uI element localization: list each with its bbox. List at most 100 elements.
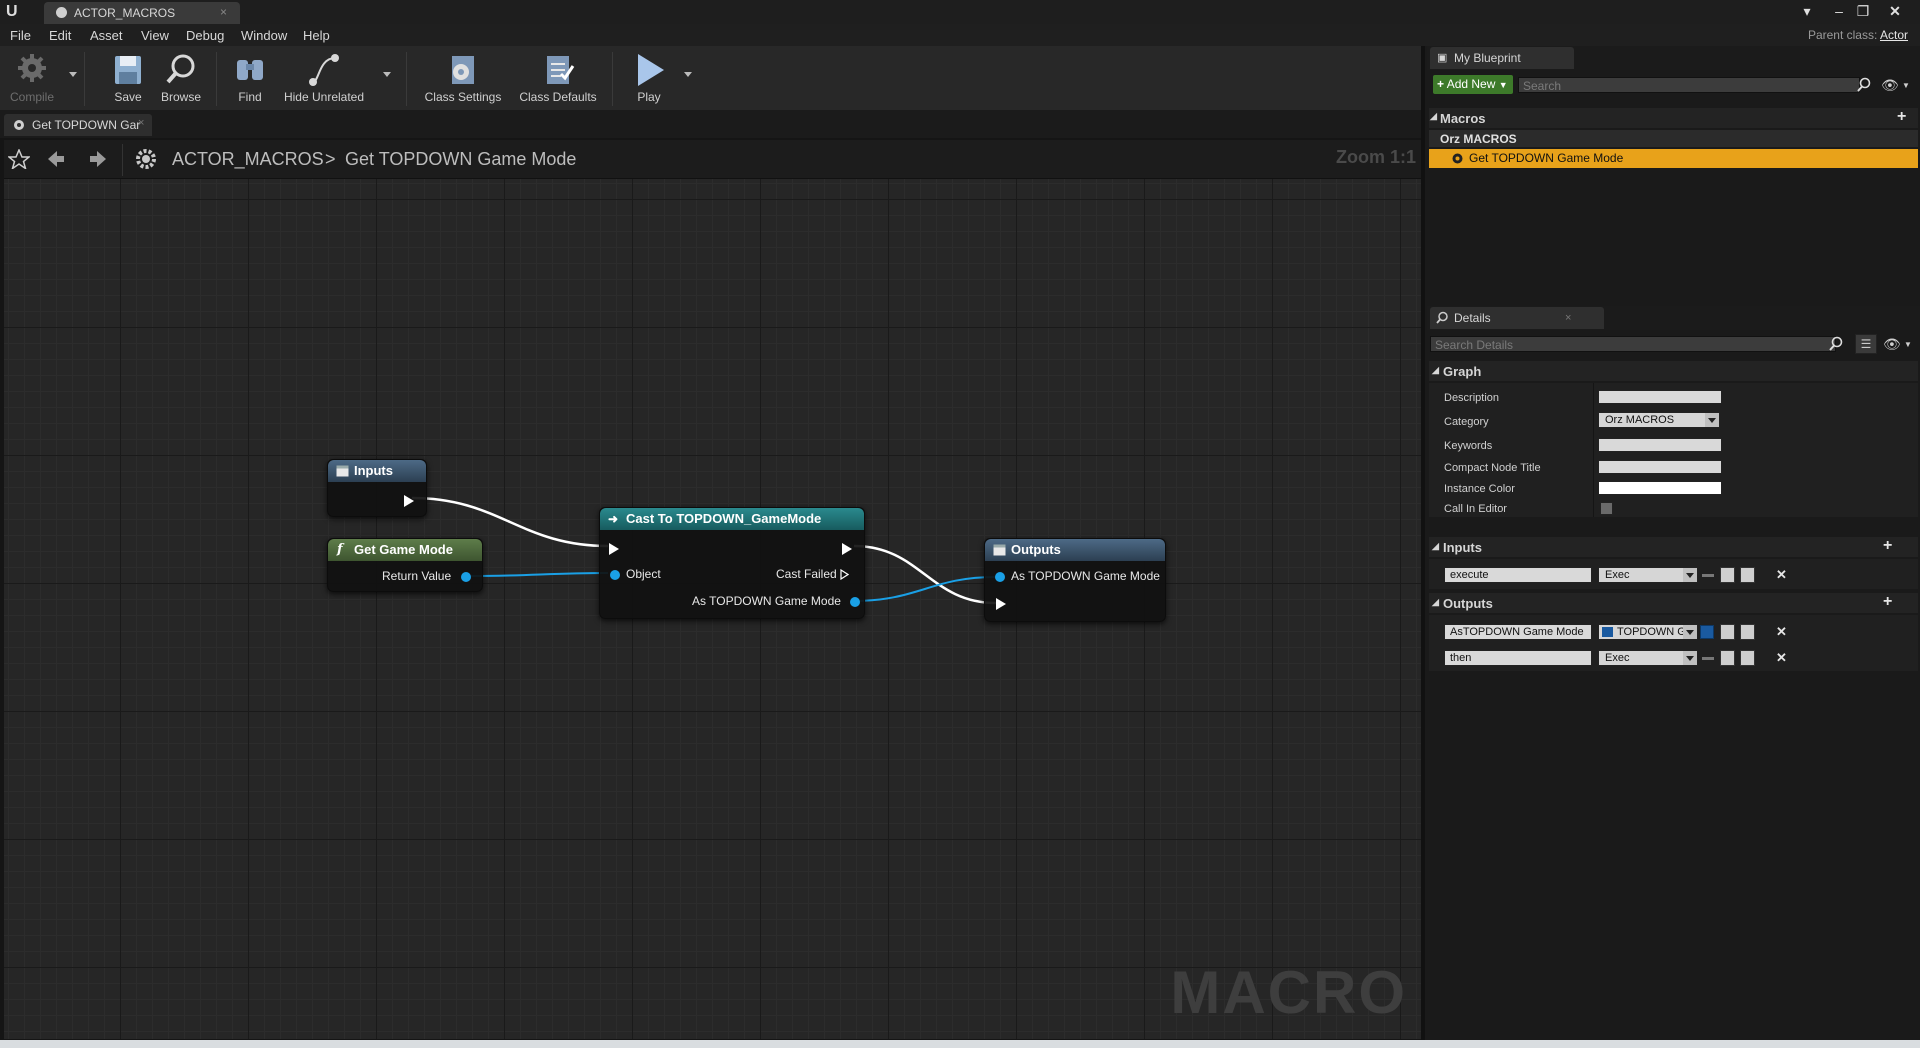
chevron-down-icon bbox=[1705, 413, 1719, 427]
breadcrumb-root[interactable]: ACTOR_MACROS bbox=[172, 149, 324, 170]
selected-macro-item[interactable]: Get TOPDOWN Game Mode bbox=[1429, 149, 1918, 168]
collapse-triangle-icon[interactable]: ◢ bbox=[1432, 597, 1439, 608]
outputs-category-row[interactable] bbox=[1429, 593, 1918, 613]
menu-debug[interactable]: Debug bbox=[186, 28, 224, 43]
outputs-exec-in-pin[interactable] bbox=[996, 596, 1006, 610]
output-type-combo[interactable]: TOPDOWN Ga bbox=[1598, 624, 1698, 640]
move-up-arrow-icon[interactable] bbox=[1720, 650, 1735, 666]
restore-button[interactable]: ❐ bbox=[1852, 2, 1874, 20]
view-options-chevron-down-icon[interactable]: ▼ bbox=[1904, 340, 1912, 349]
collapse-triangle-icon[interactable]: ◢ bbox=[1432, 365, 1439, 376]
details-search-input[interactable]: Search Details bbox=[1430, 336, 1836, 352]
cast-object-pin[interactable]: Object bbox=[610, 567, 661, 581]
compile-options-chevron-down-icon[interactable] bbox=[69, 72, 77, 77]
remove-output-close-icon[interactable]: ✕ bbox=[1776, 650, 1787, 666]
hide-unrelated-button[interactable]: Hide Unrelated bbox=[282, 46, 366, 110]
compact-node-title-field[interactable] bbox=[1598, 460, 1722, 474]
panel-splitter[interactable] bbox=[1421, 46, 1425, 1040]
my-blueprint-search-input[interactable]: Search bbox=[1518, 77, 1860, 93]
add-output-plus-icon[interactable]: + bbox=[1883, 593, 1892, 611]
output-type-combo[interactable]: Exec bbox=[1598, 650, 1698, 666]
search-icon[interactable] bbox=[1857, 77, 1871, 93]
play-button[interactable]: Play bbox=[624, 46, 674, 110]
my-blueprint-tab-label: My Blueprint bbox=[1454, 51, 1521, 65]
keywords-field[interactable] bbox=[1598, 438, 1722, 452]
inputs-category-row[interactable] bbox=[1429, 537, 1918, 557]
move-down-arrow-icon[interactable] bbox=[1740, 650, 1755, 666]
collapse-triangle-icon[interactable]: ◢ bbox=[1430, 111, 1437, 122]
input-type-combo[interactable]: Exec bbox=[1598, 567, 1698, 583]
description-field[interactable] bbox=[1598, 390, 1722, 404]
view-options-chevron-down-icon[interactable]: ▼ bbox=[1902, 81, 1910, 90]
close-details-tab-icon[interactable]: × bbox=[1565, 307, 1571, 329]
outputs-tunnel-node[interactable]: Outputs As TOPDOWN Game Mode bbox=[984, 538, 1166, 622]
remove-input-close-icon[interactable]: ✕ bbox=[1776, 567, 1787, 583]
close-graph-tab-icon[interactable]: × bbox=[138, 117, 144, 129]
menu-help[interactable]: Help bbox=[303, 28, 330, 43]
move-up-arrow-icon[interactable] bbox=[1720, 624, 1735, 640]
class-settings-button[interactable]: Class Settings bbox=[420, 46, 506, 110]
macros-category-row[interactable] bbox=[1429, 108, 1918, 128]
notification-icon[interactable]: ▾ bbox=[1796, 2, 1818, 20]
class-defaults-button[interactable]: Class Defaults bbox=[516, 46, 600, 110]
graph-tab[interactable]: Get TOPDOWN Gar × bbox=[4, 114, 152, 136]
property-column-divider[interactable] bbox=[1593, 383, 1594, 517]
container-type-icon[interactable] bbox=[1702, 574, 1714, 577]
close-tab-icon[interactable]: × bbox=[220, 5, 227, 19]
minimize-button[interactable]: – bbox=[1828, 2, 1850, 20]
menu-window[interactable]: Window bbox=[241, 28, 287, 43]
forward-arrow-icon[interactable] bbox=[88, 149, 108, 169]
cast-exec-out-pin[interactable] bbox=[842, 541, 852, 555]
menu-file[interactable]: File bbox=[10, 28, 31, 43]
play-options-chevron-down-icon[interactable] bbox=[684, 72, 692, 77]
inputs-tunnel-node[interactable]: Inputs bbox=[327, 459, 427, 517]
instance-color-swatch[interactable] bbox=[1598, 481, 1722, 495]
inputs-exec-out-pin[interactable] bbox=[404, 493, 414, 507]
return-value-label: Return Value bbox=[382, 569, 452, 583]
outputs-as-topdown-pin[interactable]: As TOPDOWN Game Mode bbox=[995, 569, 1160, 583]
cast-as-topdown-pin[interactable]: As TOPDOWN Game Mode bbox=[692, 594, 861, 608]
input-name-field[interactable]: execute bbox=[1444, 567, 1592, 583]
document-tab[interactable]: ACTOR_MACROS × bbox=[44, 2, 240, 24]
add-new-button[interactable]: + Add New ▼ bbox=[1433, 75, 1513, 94]
menu-view[interactable]: View bbox=[141, 28, 169, 43]
find-button[interactable]: Find bbox=[228, 46, 272, 110]
collapse-triangle-icon[interactable]: ◢ bbox=[1432, 541, 1439, 552]
menu-edit[interactable]: Edit bbox=[49, 28, 71, 43]
return-value-pin[interactable]: Return Value bbox=[382, 569, 471, 583]
move-down-arrow-icon[interactable] bbox=[1740, 624, 1755, 640]
cast-failed-pin[interactable]: Cast Failed bbox=[776, 567, 850, 581]
container-type-icon[interactable] bbox=[1700, 625, 1714, 639]
my-blueprint-tab[interactable]: ▣ My Blueprint bbox=[1430, 47, 1574, 69]
search-icon[interactable] bbox=[1829, 336, 1843, 352]
back-arrow-icon[interactable] bbox=[46, 149, 66, 169]
view-options-eye-icon[interactable]: 👁 bbox=[1881, 77, 1899, 94]
container-type-icon[interactable] bbox=[1702, 657, 1714, 660]
details-tab[interactable]: Details × bbox=[1430, 307, 1604, 329]
call-in-editor-checkbox[interactable] bbox=[1600, 502, 1613, 515]
category-combo[interactable]: Orz MACROS bbox=[1598, 412, 1720, 428]
move-up-arrow-icon[interactable] bbox=[1720, 567, 1735, 583]
output-name-field[interactable]: AsTOPDOWN Game Mode bbox=[1444, 624, 1592, 640]
output-name-field[interactable]: then bbox=[1444, 650, 1592, 666]
remove-output-close-icon[interactable]: ✕ bbox=[1776, 624, 1787, 640]
close-window-button[interactable]: ✕ bbox=[1884, 2, 1906, 20]
hide-unrelated-chevron-down-icon[interactable] bbox=[383, 72, 391, 77]
save-button[interactable]: Save bbox=[106, 46, 150, 110]
add-macro-plus-icon[interactable]: + bbox=[1897, 108, 1906, 126]
move-down-arrow-icon[interactable] bbox=[1740, 567, 1755, 583]
browse-button[interactable]: Browse bbox=[158, 46, 204, 110]
add-input-plus-icon[interactable]: + bbox=[1883, 537, 1892, 555]
graph-category-row[interactable] bbox=[1429, 361, 1918, 381]
cast-exec-in-pin[interactable] bbox=[609, 541, 619, 555]
cast-to-topdown-gamemode-node[interactable]: ➜ Cast To TOPDOWN_GameMode Object Cast F… bbox=[599, 507, 865, 619]
details-magnifier-icon bbox=[1436, 311, 1448, 324]
view-options-eye-icon[interactable]: 👁 bbox=[1883, 336, 1901, 353]
get-game-mode-node[interactable]: f Get Game Mode Return Value bbox=[327, 538, 483, 592]
property-matrix-list-icon[interactable]: ☰ bbox=[1855, 334, 1877, 354]
tunnel-node-icon bbox=[993, 544, 1006, 556]
compile-button[interactable]: Compile bbox=[4, 46, 60, 110]
favorite-star-icon[interactable] bbox=[8, 149, 30, 169]
parent-class-link[interactable]: Actor bbox=[1880, 28, 1908, 42]
menu-asset[interactable]: Asset bbox=[90, 28, 123, 43]
